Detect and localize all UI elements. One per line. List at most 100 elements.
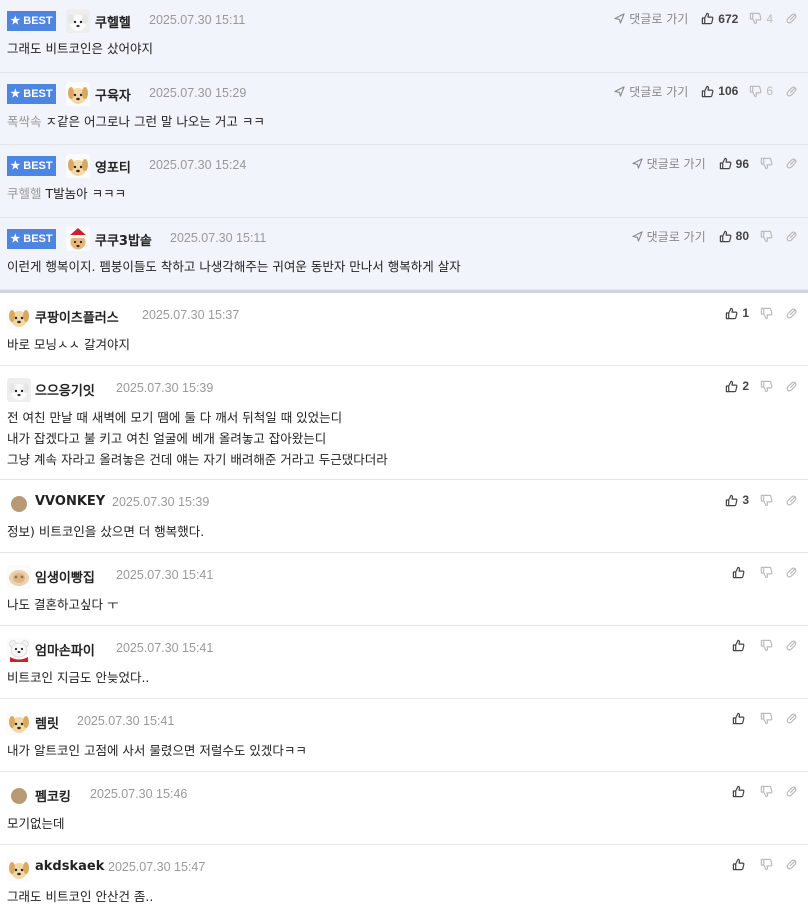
avatar[interactable] xyxy=(7,565,31,589)
upvote-button[interactable] xyxy=(732,785,749,798)
username[interactable]: VVONKEY xyxy=(35,494,105,509)
link-icon xyxy=(786,85,797,97)
thumbs-up-icon xyxy=(726,380,738,392)
copy-link-button[interactable] xyxy=(785,785,798,798)
avatar[interactable] xyxy=(11,788,27,804)
mention[interactable]: 폭싹속 xyxy=(7,114,42,129)
best-badge: ★ BEST xyxy=(7,156,56,176)
reply-link[interactable]: 댓글로 가기 xyxy=(631,155,706,172)
mention[interactable]: 쿠헬헬 xyxy=(7,186,42,201)
best-badge: ★ BEST xyxy=(7,11,56,31)
avatar[interactable] xyxy=(7,857,31,881)
username[interactable]: 쿠쿠3밥솥 xyxy=(95,230,152,249)
downvote-button[interactable]: 4 xyxy=(749,12,773,26)
comment: 쿠팡이츠플러스 2025.07.30 15:37 1 바로 모닝ㅅㅅ 갈겨야지 xyxy=(0,293,808,366)
username[interactable]: 엄마손파이 xyxy=(35,640,95,659)
comment-text: 비트코인 지금도 안늦었다.. xyxy=(7,670,150,685)
comment-actions xyxy=(732,712,798,725)
thumbs-up-icon xyxy=(732,712,745,725)
downvote-button[interactable] xyxy=(760,230,773,243)
thumbs-down-icon xyxy=(760,566,773,579)
copy-link-button[interactable] xyxy=(785,712,798,725)
avatar[interactable] xyxy=(7,378,31,402)
comment-text: 바로 모닝ㅅㅅ 갈겨야지 xyxy=(7,337,130,352)
copy-link-button[interactable] xyxy=(785,858,798,871)
copy-link-button[interactable] xyxy=(785,380,798,393)
upvote-button[interactable] xyxy=(732,858,749,871)
avatar[interactable] xyxy=(66,81,90,106)
username[interactable]: 렘릿 xyxy=(35,713,59,732)
username[interactable]: 영포티 xyxy=(95,157,131,176)
username[interactable]: 구육자 xyxy=(95,85,131,104)
upvote-button[interactable]: 2 xyxy=(725,379,749,393)
username[interactable]: 쿠팡이츠플러스 xyxy=(35,307,119,326)
avatar[interactable] xyxy=(7,305,31,329)
thumbs-up-icon xyxy=(702,85,714,97)
downvote-button[interactable] xyxy=(760,494,773,507)
copy-link-button[interactable] xyxy=(785,85,798,98)
copy-link-button[interactable] xyxy=(785,566,798,579)
username[interactable]: 으으응기잇 xyxy=(35,380,95,399)
thumbs-up-icon xyxy=(726,307,738,319)
downvote-button[interactable] xyxy=(760,380,773,393)
star-icon: ★ xyxy=(10,232,21,245)
thumbs-down-icon xyxy=(760,157,773,170)
reply-link[interactable]: 댓글로 가기 xyxy=(614,10,688,27)
username[interactable]: akdskaek xyxy=(35,859,104,874)
downvote-button[interactable] xyxy=(760,785,773,798)
comment: 임생이빵집 2025.07.30 15:41 나도 결혼하고싶다 ㅜ xyxy=(0,553,808,626)
star-icon: ★ xyxy=(10,87,21,100)
downvote-button[interactable] xyxy=(760,712,773,725)
copy-link-button[interactable] xyxy=(785,157,798,170)
upvote-button[interactable] xyxy=(732,639,749,652)
avatar[interactable] xyxy=(66,154,90,178)
avatar[interactable] xyxy=(7,638,31,662)
avatar[interactable] xyxy=(7,711,31,735)
comment-date: 2025.07.30 15:24 xyxy=(149,158,247,172)
upvote-button[interactable]: 3 xyxy=(725,493,749,507)
copy-link-button[interactable] xyxy=(785,12,798,25)
comment-actions xyxy=(732,858,798,871)
upvote-button[interactable]: 1 xyxy=(725,306,749,320)
best-comment: ★ BEST 구육자 2025.07.30 15:29 댓글로 가기 106 6 … xyxy=(0,72,808,145)
copy-link-button[interactable] xyxy=(785,230,798,243)
downvote-button[interactable] xyxy=(760,566,773,579)
thumbs-down-icon xyxy=(760,307,773,319)
downvote-button[interactable]: 6 xyxy=(749,84,773,98)
avatar[interactable] xyxy=(11,496,27,512)
link-icon xyxy=(786,230,797,242)
reply-link[interactable]: 댓글로 가기 xyxy=(614,83,688,100)
copy-link-button[interactable] xyxy=(785,494,798,507)
upvote-button[interactable] xyxy=(732,566,749,579)
thumbs-down-icon xyxy=(760,380,773,392)
reply-link[interactable]: 댓글로 가기 xyxy=(631,228,706,245)
upvote-button[interactable]: 80 xyxy=(719,229,749,243)
comment-line: 내가 잡겠다고 불 키고 여친 얼굴에 베개 올려놓고 잡아왔는디 xyxy=(7,431,327,446)
downvote-button[interactable] xyxy=(760,639,773,652)
upvote-count: 1 xyxy=(742,306,749,320)
copy-link-button[interactable] xyxy=(785,307,798,320)
comment-actions: 댓글로 가기 106 6 xyxy=(614,83,798,100)
avatar[interactable] xyxy=(66,226,90,251)
thumbs-down-icon xyxy=(760,639,773,652)
upvote-button[interactable]: 96 xyxy=(719,157,749,171)
comment-text: 정보) 비트코인을 샀으면 더 행복했다. xyxy=(7,524,205,539)
upvote-button[interactable]: 106 xyxy=(701,84,738,98)
upvote-button[interactable] xyxy=(732,712,749,725)
username[interactable]: 쿠헬헬 xyxy=(95,12,131,31)
username[interactable]: 펨코킹 xyxy=(35,786,71,805)
downvote-button[interactable] xyxy=(760,858,773,871)
username[interactable]: 임생이빵집 xyxy=(35,567,95,586)
comment: 렘릿 2025.07.30 15:41 내가 알트코인 고점에 사서 물렸으면 … xyxy=(0,699,808,772)
link-icon xyxy=(786,13,797,24)
downvote-button[interactable] xyxy=(760,157,773,170)
comment-actions: 1 xyxy=(725,306,798,320)
copy-link-button[interactable] xyxy=(785,639,798,652)
comment-date: 2025.07.30 15:41 xyxy=(116,641,214,655)
comment-list: ★ BEST 쿠헬헬 2025.07.30 15:11 댓글로 가기 672 4 … xyxy=(0,0,808,913)
upvote-count: 3 xyxy=(742,493,749,507)
downvote-button[interactable] xyxy=(760,307,773,320)
avatar[interactable] xyxy=(66,9,90,33)
upvote-button[interactable]: 672 xyxy=(701,12,738,26)
comment-date: 2025.07.30 15:11 xyxy=(170,230,267,245)
